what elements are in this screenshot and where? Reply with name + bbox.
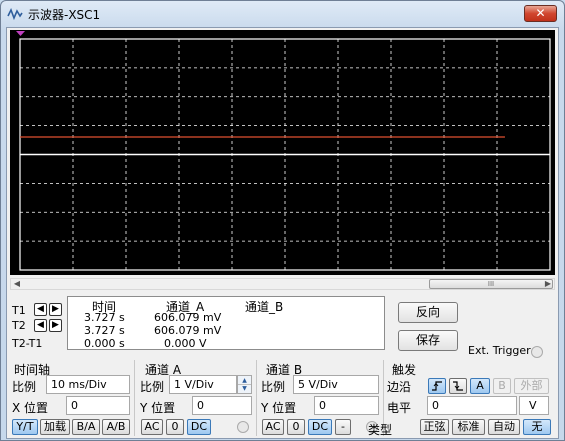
cursor-t2-label: T2 — [12, 319, 26, 332]
scroll-thumb[interactable]: III — [429, 279, 553, 289]
timebase-scale-field[interactable]: 10 ms/Div — [46, 375, 130, 394]
close-button[interactable]: ✕ — [524, 5, 557, 22]
cursor-t1-label: T1 — [12, 304, 26, 317]
channel-b-zero-button[interactable]: 0 — [287, 419, 305, 435]
channel-b-scale-field[interactable]: 5 V/Div — [293, 375, 379, 394]
mode-ba-button[interactable]: B/A — [72, 419, 100, 435]
ext-trigger-label: Ext. Trigger — [468, 344, 531, 357]
save-button[interactable]: 保存 — [398, 330, 458, 351]
mode-ab-button[interactable]: A/B — [102, 419, 130, 435]
trigger-level-field[interactable]: 0 — [427, 396, 517, 415]
trigger-source-ext-button[interactable]: 外部 — [514, 378, 549, 394]
channel-b-ypos-label: Y 位置 — [261, 401, 297, 415]
t1-time: 3.727 s — [84, 311, 125, 324]
channel-a-terminal[interactable] — [237, 421, 249, 433]
channel-a-zero-button[interactable]: 0 — [166, 419, 184, 435]
t2-left-arrow-icon[interactable]: ◀ — [34, 319, 47, 332]
timebase-scale-label: 比例 — [12, 380, 37, 394]
scroll-left-icon[interactable]: ◀ — [11, 279, 23, 289]
channel-a-ypos-field[interactable]: 0 — [192, 396, 252, 415]
trigger-single-button[interactable]: 正弦 — [420, 419, 449, 435]
trigger-none-button[interactable]: 无 — [523, 419, 551, 435]
channel-b-dc-button[interactable]: DC — [308, 419, 332, 435]
scope-display[interactable] — [10, 30, 555, 275]
reverse-button[interactable]: 反向 — [398, 302, 458, 323]
channel-a-ypos-label: Y 位置 — [140, 401, 176, 415]
t2t1-time: 0.000 s — [84, 337, 125, 350]
channel-a-scale-spinner[interactable]: ▲ ▼ — [237, 375, 252, 394]
channel-b-scale-label: 比例 — [261, 380, 286, 394]
t2-right-arrow-icon[interactable]: ▶ — [49, 319, 62, 332]
cursor-t2t1-label: T2-T1 — [12, 337, 43, 350]
trigger-type-label: 类型 — [368, 423, 393, 437]
t1-channel-a: 606.079 mV — [154, 311, 222, 324]
mode-yt-button[interactable]: Y/T — [12, 419, 38, 435]
trigger-edge-label: 边沿 — [387, 380, 412, 394]
spin-up-icon[interactable]: ▲ — [238, 376, 251, 385]
timebase-xpos-label: X 位置 — [12, 401, 49, 415]
ext-trigger-terminal[interactable] — [531, 346, 543, 358]
t2-channel-a: 606.079 mV — [154, 324, 222, 337]
channel-b-ypos-field[interactable]: 0 — [314, 396, 379, 415]
channel-a-scale-field[interactable]: 1 V/Div — [169, 375, 237, 394]
trigger-level-unit[interactable]: V — [519, 396, 549, 415]
channel-a-ac-button[interactable]: AC — [141, 419, 163, 435]
header-channel-b: 通道_B — [245, 300, 284, 314]
spin-down-icon[interactable]: ▼ — [238, 385, 251, 393]
measurement-table: 时间 通道_A 通道_B 3.727 s 606.079 mV 3.727 s … — [67, 296, 385, 350]
channel-b-minus-button[interactable]: - — [335, 419, 351, 435]
t1-left-arrow-icon[interactable]: ◀ — [34, 303, 47, 316]
t2t1-channel-a: 0.000 V — [164, 337, 207, 350]
t1-right-arrow-icon[interactable]: ▶ — [49, 303, 62, 316]
cursor-t1-marker-icon — [16, 31, 25, 36]
timebase-title: 时间轴 — [14, 363, 51, 377]
oscilloscope-icon — [7, 8, 23, 21]
channel-a-scale-label: 比例 — [140, 380, 165, 394]
rising-edge-icon[interactable] — [428, 378, 446, 394]
separator — [134, 360, 135, 436]
trigger-level-label: 电平 — [387, 401, 412, 415]
trigger-source-a-button[interactable]: A — [470, 378, 490, 394]
separator — [256, 360, 257, 436]
scroll-right-icon[interactable]: ▶ — [542, 279, 554, 289]
trigger-auto-button[interactable]: 自动 — [488, 419, 520, 435]
horizontal-scrollbar[interactable]: ◀ III ▶ — [10, 278, 555, 290]
falling-edge-icon[interactable] — [449, 378, 467, 394]
timebase-xpos-field[interactable]: 0 — [66, 396, 130, 415]
t2-time: 3.727 s — [84, 324, 125, 337]
channel-b-ac-button[interactable]: AC — [262, 419, 284, 435]
trigger-source-b-button[interactable]: B — [493, 378, 511, 394]
mode-load-button[interactable]: 加载 — [40, 419, 70, 435]
window-title: 示波器-XSC1 — [28, 8, 101, 22]
trigger-normal-button[interactable]: 标准 — [452, 419, 485, 435]
channel-a-dc-button[interactable]: DC — [187, 419, 211, 435]
trigger-title: 触发 — [392, 363, 417, 377]
